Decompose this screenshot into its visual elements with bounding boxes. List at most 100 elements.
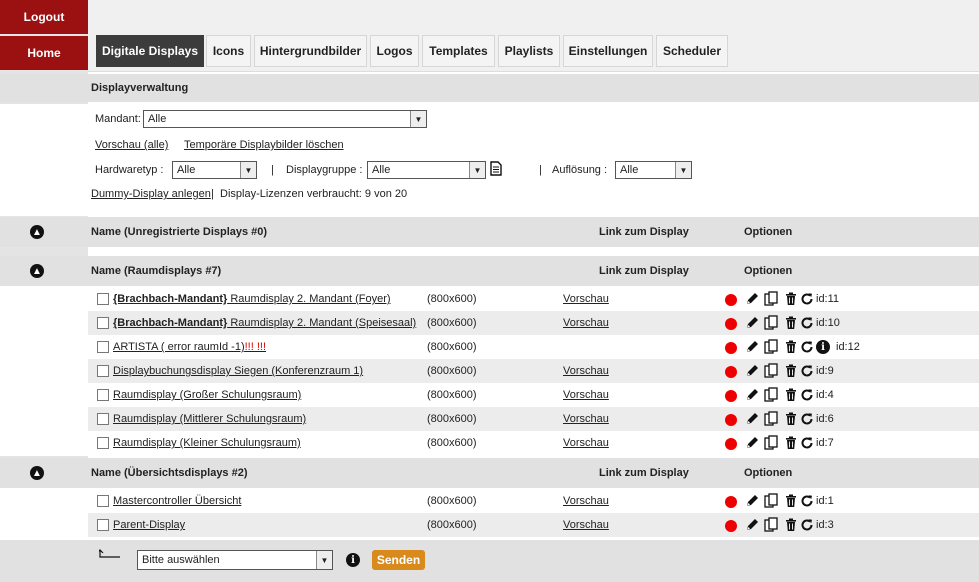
mandant-select[interactable]: Alle ▼ [143, 110, 427, 128]
row-checkbox[interactable] [97, 437, 109, 449]
reload-icon[interactable] [799, 315, 815, 331]
arrow-up-icon[interactable]: ▲ [30, 264, 44, 278]
row-checkbox[interactable] [97, 495, 109, 507]
document-icon[interactable] [490, 161, 502, 179]
reload-icon[interactable] [799, 363, 815, 379]
info-icon[interactable]: i [346, 553, 360, 567]
copy-icon[interactable] [763, 363, 779, 379]
row-id: id:11 [816, 293, 840, 305]
reload-icon[interactable] [799, 411, 815, 427]
row-checkbox[interactable] [97, 413, 109, 425]
copy-icon[interactable] [763, 315, 779, 331]
row-name-link[interactable]: Mastercontroller Übersicht [113, 495, 241, 507]
tab-playlists[interactable]: Playlists [498, 35, 560, 67]
row-name-link[interactable]: Raumdisplay (Mittlerer Schulungsraum) [113, 413, 306, 425]
edit-pencil-icon[interactable] [744, 291, 760, 307]
logout-button[interactable]: Logout [0, 0, 88, 34]
copy-icon[interactable] [763, 517, 779, 533]
tab-digitale-displays[interactable]: Digitale Displays [96, 35, 204, 67]
row-id: id:6 [816, 413, 834, 425]
displaygruppe-select[interactable]: Alle ▼ [367, 161, 486, 179]
reload-icon[interactable] [799, 291, 815, 307]
reload-icon[interactable] [799, 387, 815, 403]
hardwaretyp-select[interactable]: Alle ▼ [172, 161, 257, 179]
row-name-link[interactable]: Displaybuchungsdisplay Siegen (Konferenz… [113, 365, 363, 377]
trash-icon[interactable] [783, 411, 799, 427]
row-checkbox[interactable] [97, 341, 109, 353]
dummy-display-link[interactable]: Dummy-Display anlegen [91, 188, 211, 200]
row-mandant: {Brachbach-Mandant} [113, 293, 228, 305]
trash-icon[interactable] [783, 363, 799, 379]
chevron-down-icon: ▼ [469, 162, 485, 178]
row-id: id:10 [816, 317, 840, 329]
copy-icon[interactable] [763, 435, 779, 451]
trash-icon[interactable] [783, 493, 799, 509]
row-checkbox[interactable] [97, 519, 109, 531]
col-options-header: Optionen [744, 226, 793, 238]
trash-icon[interactable] [783, 435, 799, 451]
row-name-link[interactable]: Parent-Display [113, 519, 185, 531]
home-button[interactable]: Home [0, 36, 88, 70]
status-offline-icon [725, 366, 737, 378]
tab-templates[interactable]: Templates [422, 35, 495, 67]
trash-icon[interactable] [783, 339, 799, 355]
row-name-text: Parent-Display [113, 519, 186, 531]
row-name-link[interactable]: ARTISTA ( error raumId -1)!!! !!! [113, 341, 266, 353]
reload-icon[interactable] [799, 493, 815, 509]
displaygruppe-select-value: Alle [372, 164, 391, 176]
trash-icon[interactable] [783, 291, 799, 307]
row-checkbox[interactable] [97, 389, 109, 401]
bulk-action-select[interactable]: Bitte auswählen ▼ [137, 550, 333, 570]
group-title-unregistered: Name (Unregistrierte Displays #0) [91, 226, 268, 238]
aufloesung-select-value: Alle [620, 164, 639, 176]
aufloesung-select[interactable]: Alle ▼ [615, 161, 692, 179]
trash-icon[interactable] [783, 517, 799, 533]
row-preview-link[interactable]: Vorschau [563, 519, 609, 531]
edit-pencil-icon[interactable] [744, 387, 760, 403]
row-checkbox[interactable] [97, 317, 109, 329]
copy-icon[interactable] [763, 387, 779, 403]
row-preview-link[interactable]: Vorschau [563, 317, 609, 329]
send-button[interactable]: Senden [372, 550, 425, 570]
tab-scheduler[interactable]: Scheduler [656, 35, 728, 67]
reload-icon[interactable] [799, 435, 815, 451]
copy-icon[interactable] [763, 291, 779, 307]
tab-hintergrundbilder[interactable]: Hintergrundbilder [254, 35, 367, 67]
copy-icon[interactable] [763, 493, 779, 509]
arrow-up-icon[interactable]: ▲ [30, 225, 44, 239]
row-preview-link[interactable]: Vorschau [563, 413, 609, 425]
info-icon[interactable]: i [816, 340, 830, 354]
trash-icon[interactable] [783, 387, 799, 403]
edit-pencil-icon[interactable] [744, 363, 760, 379]
aufloesung-label: Auflösung : [552, 164, 608, 176]
reload-icon[interactable] [799, 517, 815, 533]
tab-icons[interactable]: Icons [206, 35, 251, 67]
copy-icon[interactable] [763, 411, 779, 427]
edit-pencil-icon[interactable] [744, 435, 760, 451]
tab-einstellungen[interactable]: Einstellungen [563, 35, 653, 67]
edit-pencil-icon[interactable] [744, 411, 760, 427]
chevron-down-icon: ▼ [316, 551, 332, 569]
reload-icon[interactable] [799, 339, 815, 355]
copy-icon[interactable] [763, 339, 779, 355]
row-checkbox[interactable] [97, 293, 109, 305]
edit-pencil-icon[interactable] [744, 315, 760, 331]
row-preview-link[interactable]: Vorschau [563, 365, 609, 377]
tab-logos[interactable]: Logos [370, 35, 419, 67]
temp-images-delete-link[interactable]: Temporäre Displaybilder löschen [184, 139, 344, 151]
row-name-link[interactable]: {Brachbach-Mandant} Raumdisplay 2. Manda… [113, 317, 416, 329]
trash-icon[interactable] [783, 315, 799, 331]
edit-pencil-icon[interactable] [744, 493, 760, 509]
arrow-up-icon[interactable]: ▲ [30, 466, 44, 480]
row-preview-link[interactable]: Vorschau [563, 293, 609, 305]
row-name-link[interactable]: Raumdisplay (Großer Schulungsraum) [113, 389, 301, 401]
vorschau-alle-link[interactable]: Vorschau (alle) [95, 139, 168, 151]
row-preview-link[interactable]: Vorschau [563, 495, 609, 507]
row-name-link[interactable]: Raumdisplay (Kleiner Schulungsraum) [113, 437, 301, 449]
edit-pencil-icon[interactable] [744, 339, 760, 355]
row-checkbox[interactable] [97, 365, 109, 377]
row-preview-link[interactable]: Vorschau [563, 389, 609, 401]
row-preview-link[interactable]: Vorschau [563, 437, 609, 449]
edit-pencil-icon[interactable] [744, 517, 760, 533]
row-name-link[interactable]: {Brachbach-Mandant} Raumdisplay 2. Manda… [113, 293, 391, 305]
